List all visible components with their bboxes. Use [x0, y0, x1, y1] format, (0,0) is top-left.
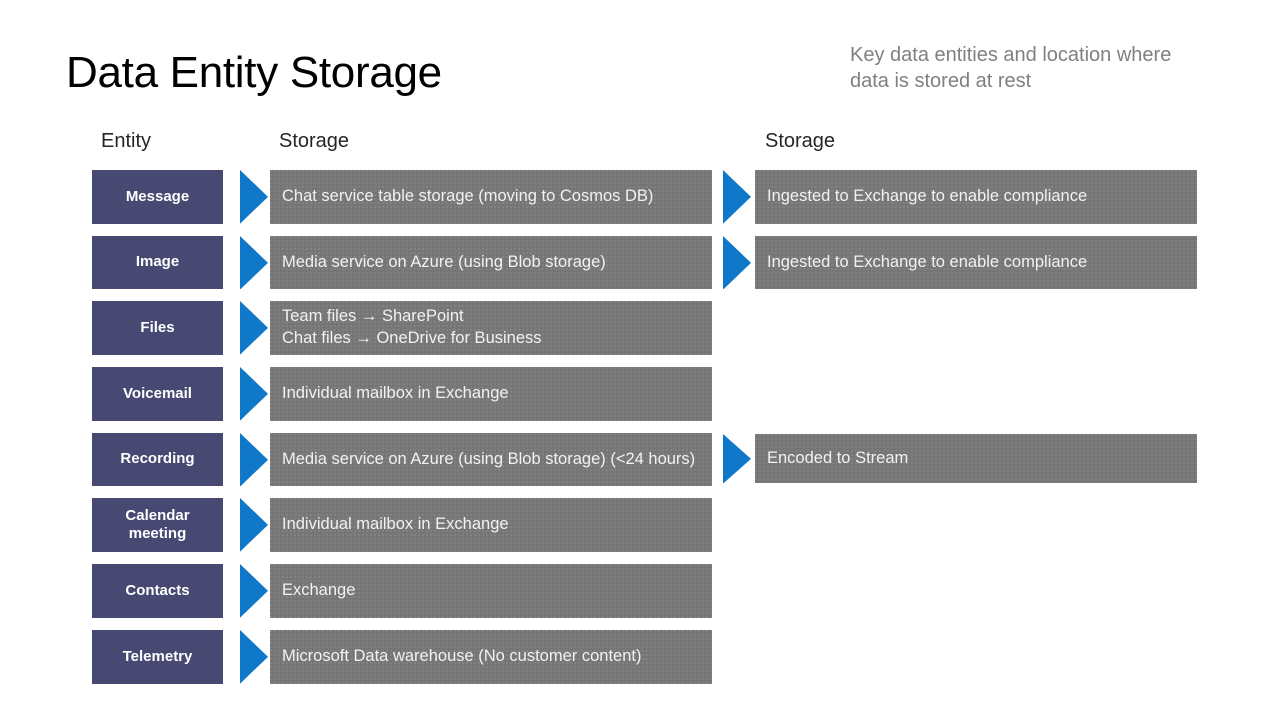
storage-text-primary: Individual mailbox in Exchange	[282, 384, 509, 403]
storage-box-secondary[interactable]: Ingested to Exchange to enable complianc…	[755, 170, 1197, 224]
right-arrow-icon-secondary	[723, 433, 751, 484]
storage-text-primary: Chat service table storage (moving to Co…	[282, 186, 654, 205]
storage-box-secondary[interactable]: Ingested to Exchange to enable complianc…	[755, 235, 1197, 290]
entity-label: Contacts	[125, 581, 190, 599]
entity-box[interactable]: Message	[92, 170, 223, 224]
storage-text-primary: Team files → SharePoint Chat files → OneD…	[282, 307, 542, 348]
storage-box-primary[interactable]: Individual mailbox in Exchange	[270, 498, 712, 553]
right-arrow-icon-primary	[240, 432, 268, 487]
storage-text-secondary: Encoded to Stream	[767, 448, 909, 467]
storage-box-primary[interactable]: Team files → SharePoint Chat files → OneD…	[270, 301, 712, 356]
entity-storage-table: Message Chat service table storage (movin…	[0, 169, 1280, 695]
entity-box[interactable]: Voicemail	[92, 367, 223, 421]
table-row: Calendar meeting Individual mailbox in Ex…	[0, 497, 1280, 563]
entity-label: Voicemail	[123, 384, 192, 402]
storage-text-primary: Media service on Azure (using Blob stora…	[282, 449, 696, 468]
right-arrow-icon-primary	[240, 301, 268, 356]
entity-label: Message	[125, 187, 190, 205]
column-header-storage-primary: Storage	[279, 130, 350, 152]
entity-label: Calendar meeting	[125, 506, 190, 543]
right-arrow-icon-primary	[240, 367, 268, 421]
entity-label: Telemetry	[122, 647, 193, 665]
entity-label: Recording	[120, 450, 195, 468]
entity-label: Files	[140, 319, 175, 337]
right-arrow-icon-secondary	[723, 235, 751, 290]
entity-box[interactable]: Telemetry	[92, 629, 223, 684]
right-arrow-icon-primary	[240, 235, 268, 290]
storage-box-primary[interactable]: Media service on Azure (using Blob stora…	[270, 432, 712, 487]
storage-box-primary[interactable]: Microsoft Data warehouse (No customer co…	[270, 629, 712, 684]
right-arrow-icon-secondary	[723, 170, 751, 224]
entity-box[interactable]: Image	[92, 235, 223, 290]
table-row: Recording Media service on Azure (using B…	[0, 432, 1280, 498]
storage-box-primary[interactable]: Individual mailbox in Exchange	[270, 367, 712, 421]
entity-label: Image	[135, 253, 180, 271]
column-header-entity: Entity	[101, 130, 152, 152]
table-row: Message Chat service table storage (movin…	[0, 169, 1280, 235]
storage-text-secondary: Ingested to Exchange to enable complianc…	[767, 252, 1088, 271]
column-header-storage-secondary: Storage	[765, 130, 836, 152]
storage-box-primary[interactable]: Chat service table storage (moving to Co…	[270, 170, 712, 224]
right-arrow-icon-primary	[240, 170, 268, 224]
storage-text-primary: Media service on Azure (using Blob stora…	[282, 252, 606, 271]
table-row: Files Team files → SharePoint Chat files →…	[0, 300, 1280, 366]
page-subtitle: Key data entities and location where dat…	[850, 44, 1172, 92]
storage-text-primary: Individual mailbox in Exchange	[282, 515, 509, 534]
storage-text-primary: Microsoft Data warehouse (No customer co…	[282, 646, 642, 665]
storage-text-secondary: Ingested to Exchange to enable complianc…	[767, 186, 1088, 205]
storage-box-primary[interactable]: Exchange	[270, 564, 712, 618]
table-row: Contacts Exchange	[0, 563, 1280, 629]
right-arrow-icon-primary	[240, 564, 268, 618]
table-row: Image Media service on Azure (using Blob …	[0, 235, 1280, 301]
storage-box-secondary[interactable]: Encoded to Stream	[755, 433, 1197, 484]
storage-box-primary[interactable]: Media service on Azure (using Blob stora…	[270, 235, 712, 290]
storage-text-primary: Exchange	[282, 581, 356, 600]
right-arrow-icon-primary	[240, 498, 268, 553]
table-row: Voicemail Individual mailbox in Exchange	[0, 366, 1280, 432]
entity-box[interactable]: Files	[92, 301, 223, 356]
table-row: Telemetry Microsoft Data warehouse (No cu…	[0, 629, 1280, 695]
page-title: Data Entity Storage	[66, 48, 442, 97]
right-arrow-icon-primary	[240, 629, 268, 684]
entity-box[interactable]: Contacts	[92, 564, 223, 618]
entity-box[interactable]: Recording	[92, 432, 223, 487]
entity-box[interactable]: Calendar meeting	[92, 498, 223, 553]
